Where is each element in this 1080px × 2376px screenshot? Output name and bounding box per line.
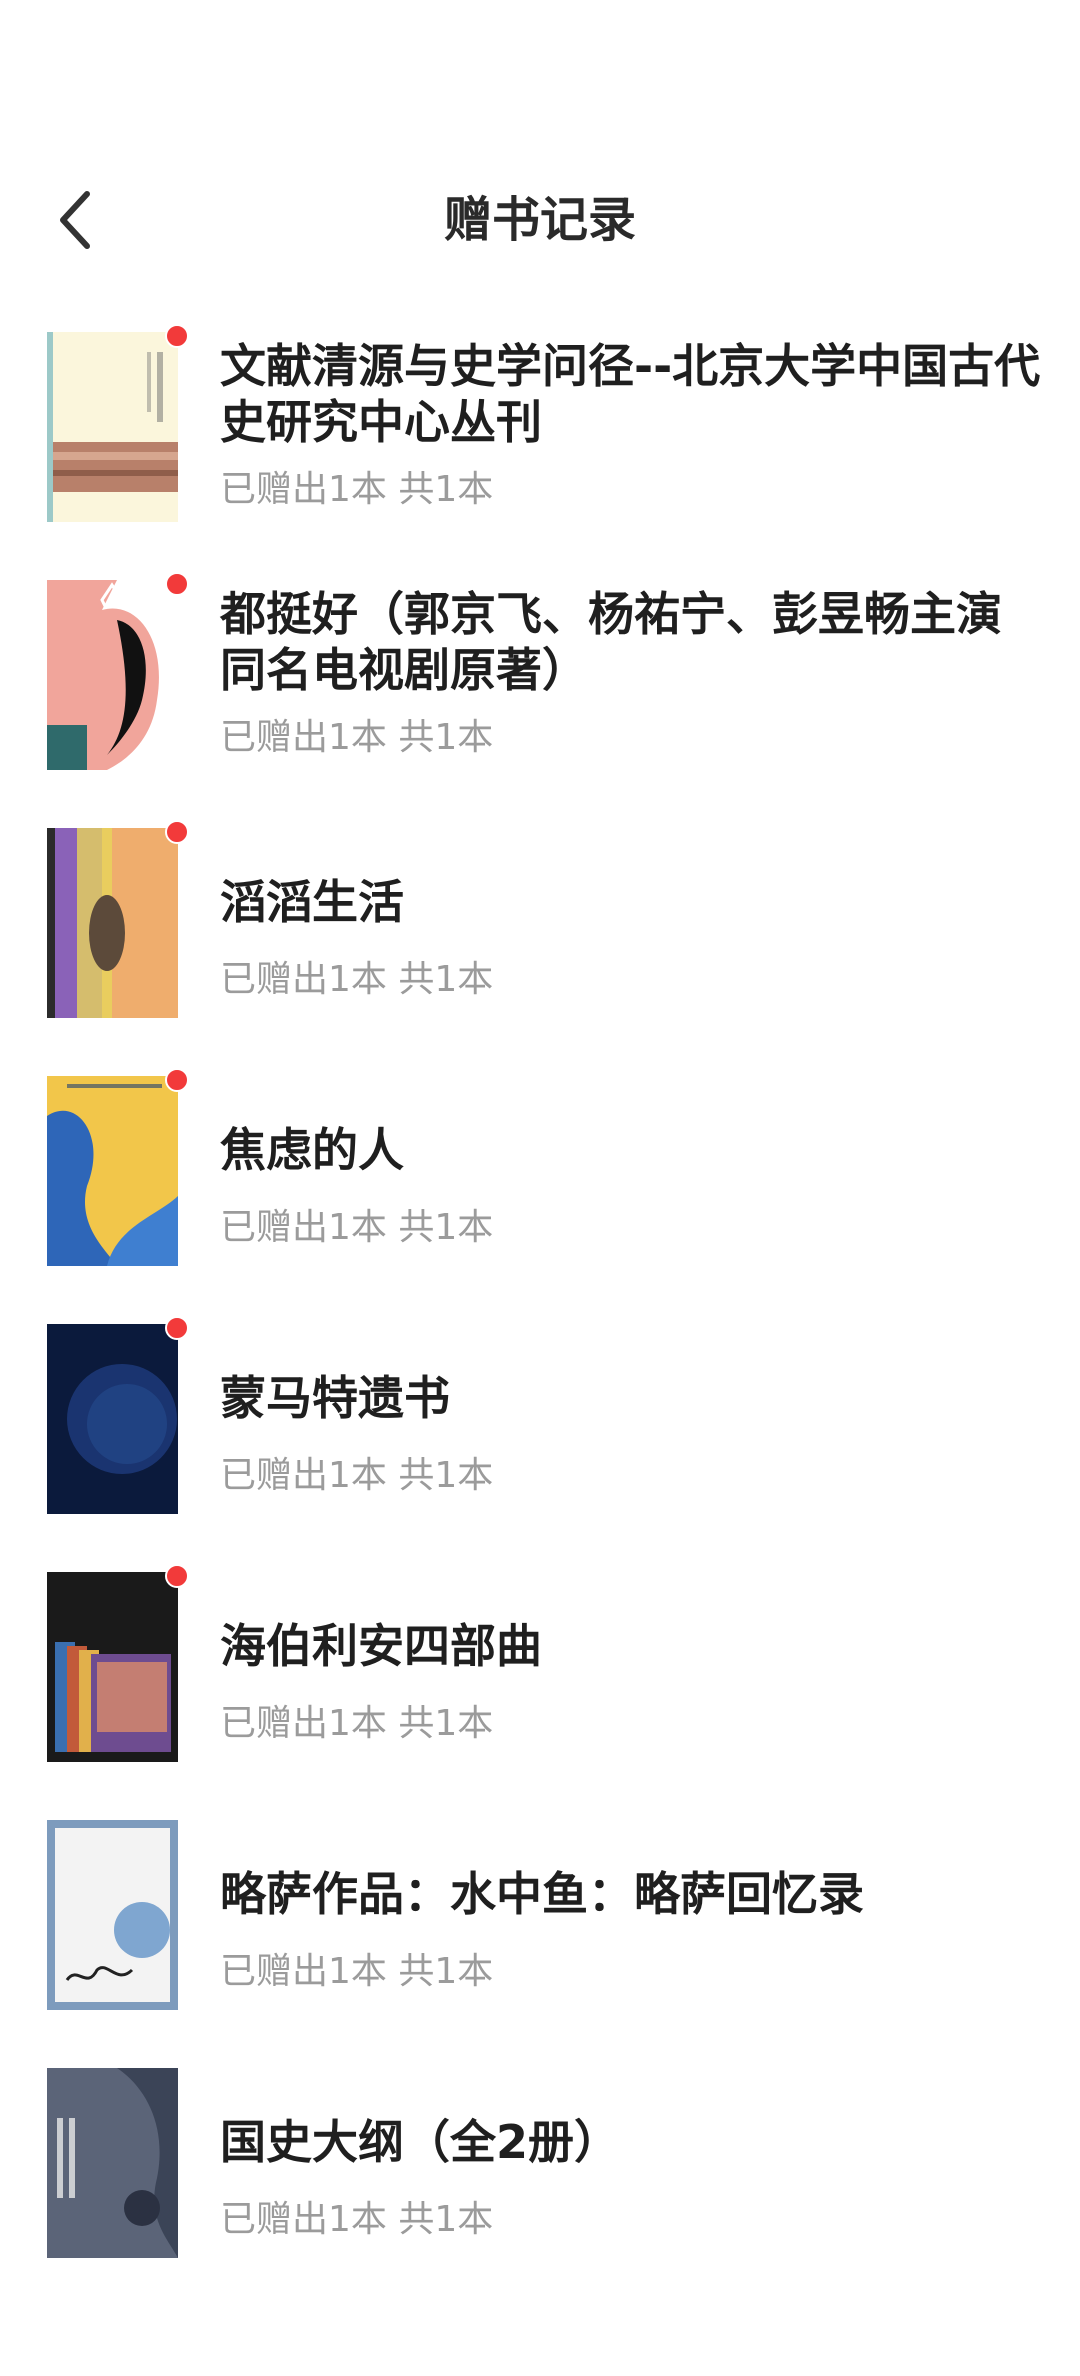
unread-dot: [165, 1316, 189, 1340]
book-title: 文献清源与史学问径--北京大学中国古代史研究中心丛刊: [220, 339, 1041, 449]
book-title: 海伯利安四部曲: [220, 1619, 542, 1673]
gift-status: 已赠出1本 共1本: [220, 1703, 494, 1744]
list-item[interactable]: 国史大纲（全2册） 已赠出1本 共1本: [0, 2066, 1080, 2314]
unread-dot: [165, 324, 189, 348]
gift-status: 已赠出1本 共1本: [220, 469, 494, 510]
unread-dot: [165, 1068, 189, 1092]
book-title: 蒙马特遗书: [220, 1371, 450, 1425]
book-cover[interactable]: [47, 2068, 178, 2258]
book-cover[interactable]: [47, 1820, 178, 2010]
book-info: 海伯利安四部曲 已赠出1本 共1本: [220, 1570, 1044, 1818]
book-cover[interactable]: [47, 580, 178, 770]
book-info: 滔滔生活 已赠出1本 共1本: [220, 826, 1044, 1074]
gift-status: 已赠出1本 共1本: [220, 717, 494, 758]
book-info: 蒙马特遗书 已赠出1本 共1本: [220, 1322, 1044, 1570]
book-cover[interactable]: [47, 1076, 178, 1266]
list-item[interactable]: 焦虑的人 已赠出1本 共1本: [0, 1068, 1080, 1322]
book-cover[interactable]: [47, 1572, 178, 1762]
book-info: 文献清源与史学问径--北京大学中国古代史研究中心丛刊 已赠出1本 共1本: [220, 330, 1044, 578]
book-cover[interactable]: [47, 828, 178, 1018]
page-title: 赠书记录: [443, 192, 636, 248]
list-item[interactable]: 略萨作品：水中鱼：略萨回忆录 已赠出1本 共1本: [0, 1818, 1080, 2066]
list-item[interactable]: 滔滔生活 已赠出1本 共1本: [0, 820, 1080, 1074]
book-title: 国史大纲（全2册）: [220, 2115, 621, 2169]
list-item[interactable]: 蒙马特遗书 已赠出1本 共1本: [0, 1316, 1080, 1570]
list-item[interactable]: 都挺好（郭京飞、杨祐宁、彭昱畅主演同名电视剧原著） 已赠出1本 共1本: [0, 572, 1080, 826]
gift-status: 已赠出1本 共1本: [220, 1207, 494, 1248]
unread-dot: [165, 572, 189, 596]
book-info: 都挺好（郭京飞、杨祐宁、彭昱畅主演同名电视剧原著） 已赠出1本 共1本: [220, 578, 1044, 826]
book-title: 焦虑的人: [220, 1123, 404, 1177]
list-item[interactable]: 海伯利安四部曲 已赠出1本 共1本: [0, 1564, 1080, 1818]
book-info: 略萨作品：水中鱼：略萨回忆录 已赠出1本 共1本: [220, 1818, 1044, 2066]
book-title: 滔滔生活: [220, 875, 404, 929]
book-cover[interactable]: [47, 332, 178, 522]
top-bar: 赠书记录: [0, 160, 1080, 280]
gift-status: 已赠出1本 共1本: [220, 2199, 494, 2240]
book-title: 略萨作品：水中鱼：略萨回忆录: [220, 1867, 864, 1921]
book-info: 国史大纲（全2册） 已赠出1本 共1本: [220, 2066, 1044, 2314]
book-cover[interactable]: [47, 1324, 178, 1514]
book-info: 焦虑的人 已赠出1本 共1本: [220, 1074, 1044, 1322]
gift-status: 已赠出1本 共1本: [220, 1455, 494, 1496]
book-title: 都挺好（郭京飞、杨祐宁、彭昱畅主演同名电视剧原著）: [220, 587, 1002, 697]
unread-dot: [165, 820, 189, 844]
gift-record-list: 文献清源与史学问径--北京大学中国古代史研究中心丛刊 已赠出1本 共1本 都挺好…: [0, 324, 1080, 2314]
gift-status: 已赠出1本 共1本: [220, 1951, 494, 1992]
list-item[interactable]: 文献清源与史学问径--北京大学中国古代史研究中心丛刊 已赠出1本 共1本: [0, 324, 1080, 578]
gift-status: 已赠出1本 共1本: [220, 959, 494, 1000]
unread-dot: [165, 1564, 189, 1588]
